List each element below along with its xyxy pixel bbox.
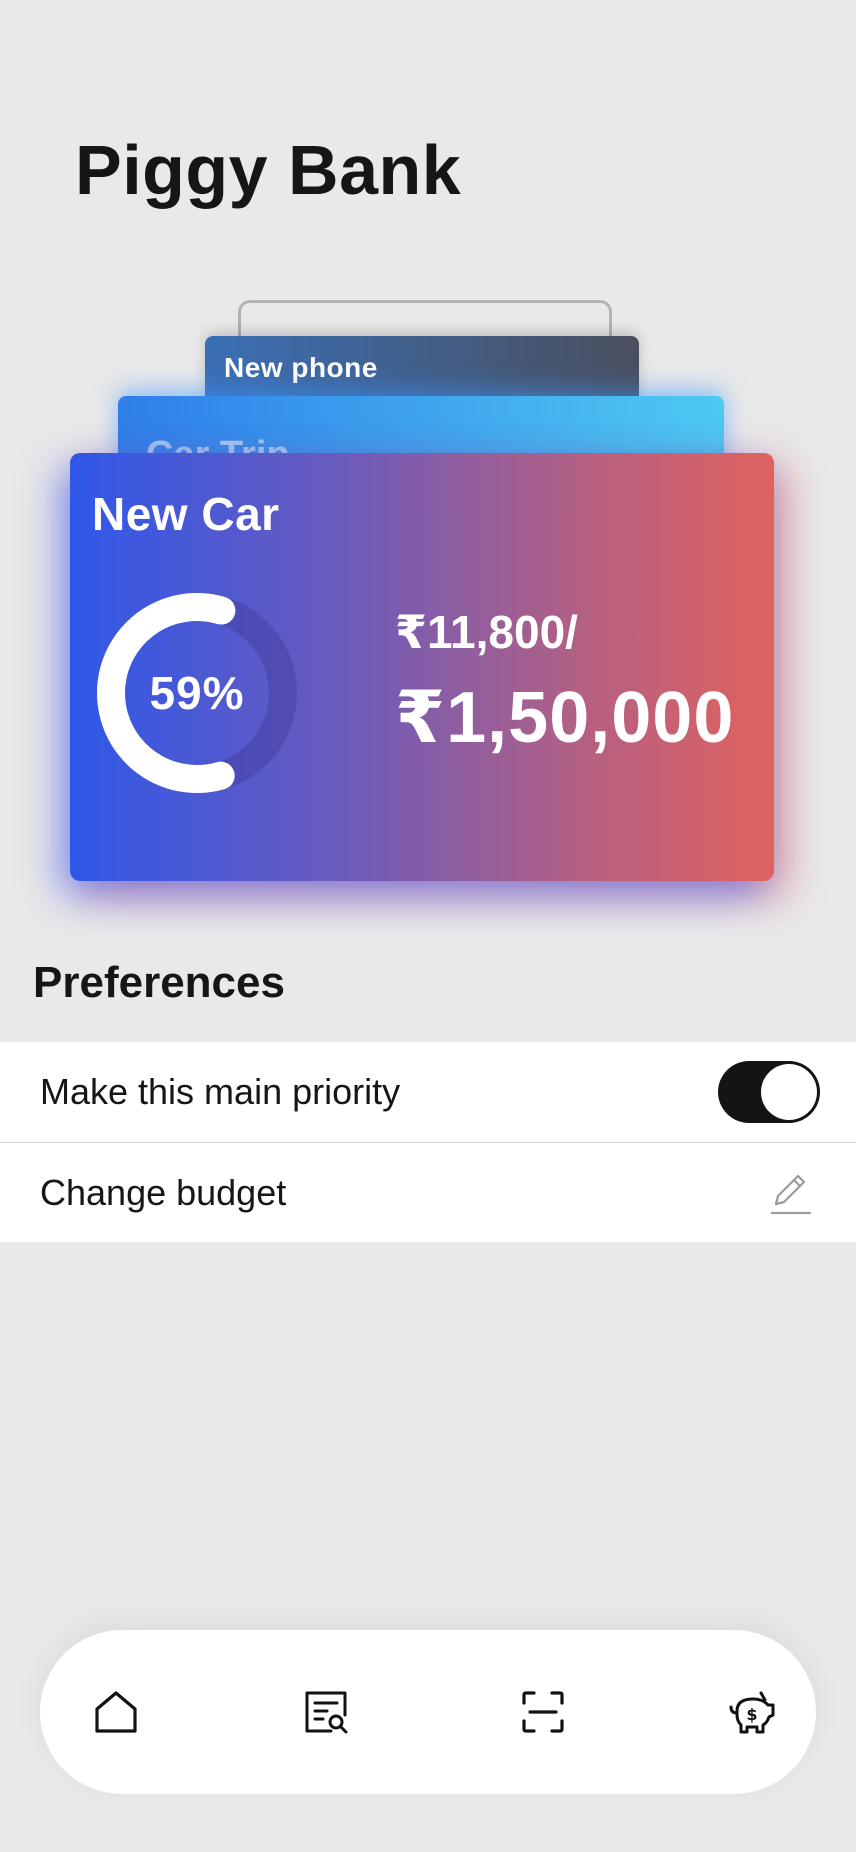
preferences-heading: Preferences: [33, 958, 285, 1007]
toggle-knob: [761, 1064, 817, 1120]
goal-card-label: New phone: [224, 352, 378, 383]
change-budget-row[interactable]: Change budget: [0, 1142, 856, 1242]
progress-percent-label: 59%: [149, 667, 245, 719]
page-title: Piggy Bank: [75, 131, 462, 209]
tab-home[interactable]: [76, 1672, 156, 1752]
scan-icon: [522, 1691, 564, 1733]
main-priority-label: Make this main priority: [40, 1071, 401, 1112]
preferences-list: Make this main priority Change budget: [0, 1042, 856, 1242]
piggy-bank-icon: $: [729, 1691, 775, 1734]
tab-scan[interactable]: [503, 1672, 583, 1752]
search-document-icon: [305, 1691, 348, 1734]
goal-card-stack: New phone Car Trip New Car 59% ₹11,800/ …: [0, 290, 856, 910]
saved-amount: ₹11,800/: [395, 606, 578, 658]
goal-card-new-car[interactable]: New Car 59% ₹11,800/ ₹1,50,000: [70, 453, 774, 881]
target-amount: ₹1,50,000: [395, 678, 735, 758]
pencil-edit-icon[interactable]: [766, 1168, 816, 1218]
goal-card-title: New Car: [92, 488, 280, 540]
svg-text:$: $: [746, 1705, 757, 1724]
home-icon: [95, 1691, 137, 1733]
screen: Piggy Bank New phone Car Trip New Car 59…: [0, 0, 856, 1852]
main-priority-toggle[interactable]: [718, 1061, 820, 1123]
change-budget-label: Change budget: [40, 1171, 287, 1213]
bottom-tab-bar: $: [40, 1630, 816, 1794]
main-priority-row[interactable]: Make this main priority: [0, 1042, 856, 1142]
tab-piggy-bank[interactable]: $: [712, 1672, 792, 1752]
tab-search-transactions[interactable]: [286, 1672, 366, 1752]
